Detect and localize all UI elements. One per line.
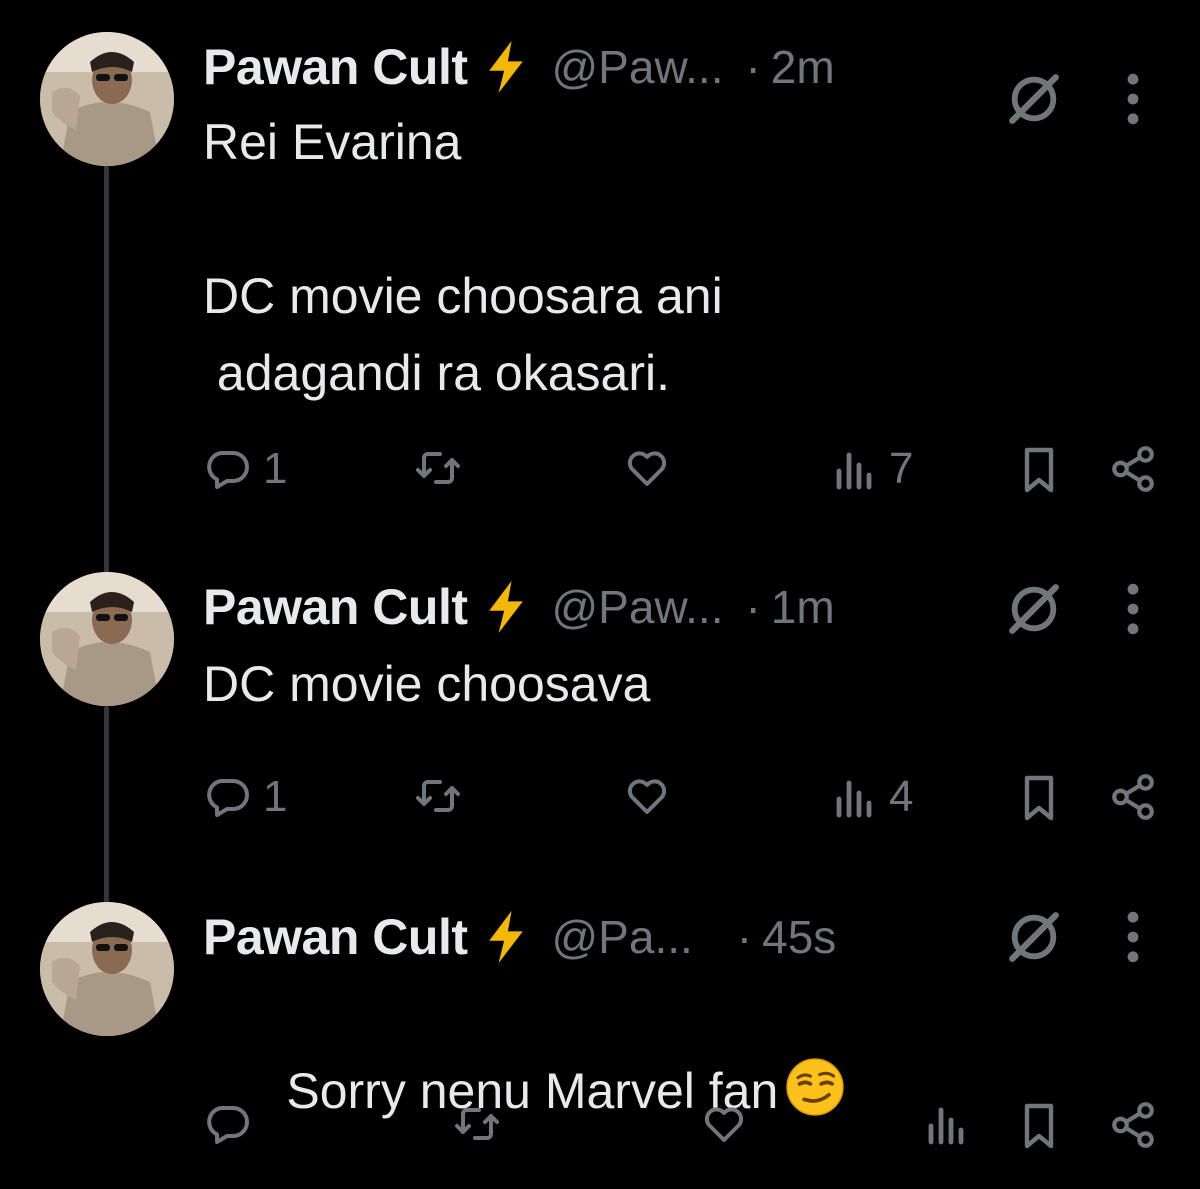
timestamp[interactable]: 2m xyxy=(771,40,835,94)
tweet[interactable]: Pawan Cult @Paw... · 2m Rei Evarina DC m… xyxy=(0,30,1200,510)
dot-separator: · xyxy=(745,41,761,93)
views-button[interactable]: 4 xyxy=(833,772,913,822)
more-vertical-icon[interactable] xyxy=(1118,910,1148,964)
like-icon xyxy=(704,1107,744,1142)
share-button[interactable] xyxy=(1108,772,1158,822)
tweet-text: DC movie choosava xyxy=(203,656,651,712)
more-vertical-icon[interactable] xyxy=(1118,72,1148,126)
display-name[interactable]: Pawan Cult xyxy=(203,908,468,966)
reply-button[interactable]: 1 xyxy=(203,772,287,822)
reply-count: 1 xyxy=(263,444,288,493)
repost-button[interactable] xyxy=(452,1100,502,1148)
repost-button[interactable] xyxy=(413,772,463,820)
views-button[interactable] xyxy=(925,1100,981,1148)
tweet[interactable]: Pawan Cult @Pa... · 45s Sorry nenu Marve… xyxy=(0,902,1200,1189)
username-handle[interactable]: @Paw... xyxy=(551,580,723,634)
thread-view: Pawan Cult @Paw... · 2m Rei Evarina DC m… xyxy=(0,0,1200,1189)
like-button[interactable] xyxy=(700,1100,748,1148)
timestamp[interactable]: 1m xyxy=(771,580,835,634)
bookmark-icon xyxy=(1024,1103,1054,1149)
like-icon xyxy=(627,451,667,486)
more-vertical-icon[interactable] xyxy=(1118,582,1148,636)
repost-icon xyxy=(416,780,460,812)
username-handle[interactable]: @Pa... xyxy=(551,910,692,964)
username-handle[interactable]: @Paw... xyxy=(551,40,723,94)
like-icon xyxy=(627,779,667,814)
avatar[interactable] xyxy=(40,902,174,1036)
views-button[interactable]: 7 xyxy=(833,444,913,494)
share-button[interactable] xyxy=(1108,444,1158,494)
dot-separator: · xyxy=(745,581,761,633)
bookmark-icon xyxy=(1024,775,1054,821)
views-icon xyxy=(928,1107,964,1145)
tweet-text: Sorry nenu Marvel fan xyxy=(203,976,846,1189)
bookmark-icon xyxy=(1024,447,1054,493)
reply-icon xyxy=(207,779,249,817)
share-icon xyxy=(1112,774,1154,820)
avatar[interactable] xyxy=(40,32,174,166)
reply-button[interactable] xyxy=(203,1100,263,1148)
repost-icon xyxy=(455,1108,499,1140)
avatar[interactable] xyxy=(40,572,174,706)
display-name[interactable]: Pawan Cult xyxy=(203,578,468,636)
grok-icon[interactable] xyxy=(1005,580,1063,638)
reply-icon xyxy=(207,1106,249,1144)
lightning-bolt-icon xyxy=(489,40,524,94)
share-icon xyxy=(1112,446,1154,492)
lightning-bolt-icon xyxy=(489,910,524,964)
share-button[interactable] xyxy=(1108,1100,1158,1150)
bookmark-button[interactable] xyxy=(1015,772,1063,824)
like-button[interactable] xyxy=(623,772,671,820)
bookmark-button[interactable] xyxy=(1015,1100,1063,1152)
smirking-face-emoji xyxy=(786,1058,844,1116)
reply-icon xyxy=(207,451,249,489)
views-icon xyxy=(836,452,872,490)
like-button[interactable] xyxy=(623,444,671,492)
share-icon xyxy=(1112,1102,1154,1148)
dot-separator: · xyxy=(736,911,753,963)
repost-icon xyxy=(416,452,460,484)
grok-icon[interactable] xyxy=(1005,70,1063,128)
display-name[interactable]: Pawan Cult xyxy=(203,38,468,96)
timestamp[interactable]: 45s xyxy=(762,910,836,964)
repost-button[interactable] xyxy=(413,444,463,492)
views-icon xyxy=(836,780,872,818)
grok-icon[interactable] xyxy=(1005,908,1063,966)
views-count: 7 xyxy=(889,444,914,493)
tweet-text: Rei Evarina DC movie choosara ani adagan… xyxy=(203,114,723,401)
reply-count: 1 xyxy=(263,772,288,821)
lightning-bolt-icon xyxy=(489,580,524,634)
views-count: 4 xyxy=(889,772,914,821)
tweet[interactable]: Pawan Cult @Paw... · 1m DC movie choosav… xyxy=(0,572,1200,862)
bookmark-button[interactable] xyxy=(1015,444,1063,496)
reply-button[interactable]: 1 xyxy=(203,444,287,494)
